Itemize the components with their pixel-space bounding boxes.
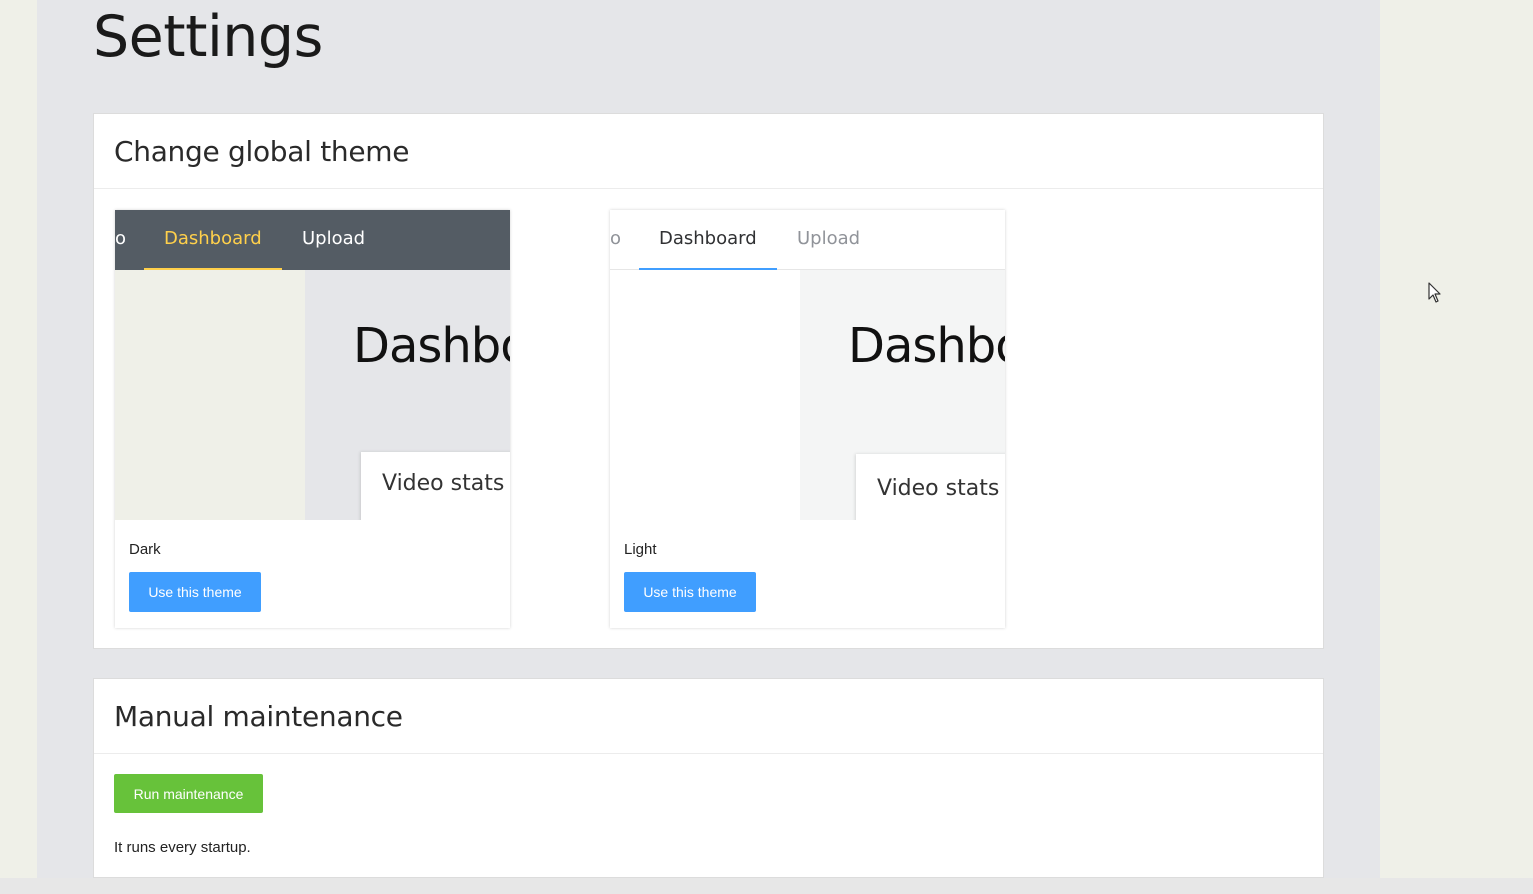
- theme-option-dark: o Dashboard Upload Dashboard Video stats…: [115, 210, 510, 628]
- theme-name: Light: [624, 541, 657, 558]
- maintenance-card: Manual maintenance Run maintenance It ru…: [93, 678, 1324, 878]
- preview-nav: o Dashboard Upload: [115, 210, 510, 270]
- theme-section-title: Change global theme: [114, 134, 410, 168]
- maintenance-section-title: Manual maintenance: [114, 699, 403, 733]
- preview-heading: Dashboard: [353, 318, 510, 374]
- preview-widget: Video stats: [856, 454, 1005, 520]
- theme-preview-light: o Dashboard Upload Dashboard Video stats: [610, 210, 1005, 520]
- theme-preview-dark: o Dashboard Upload Dashboard Video stats: [115, 210, 510, 520]
- preview-tab-dashboard: Dashboard: [144, 210, 282, 270]
- theme-settings-card: Change global theme o Dashboard Upload D…: [93, 113, 1324, 649]
- preview-widget: Video stats: [361, 452, 510, 520]
- maintenance-note: It runs every startup.: [114, 839, 251, 856]
- preview-tab-partial: o: [610, 228, 622, 249]
- preview-widget-title: Video stats: [382, 471, 505, 496]
- preview-heading: Dashboard: [848, 318, 1005, 374]
- theme-card-header: Change global theme: [94, 114, 1323, 189]
- run-maintenance-button[interactable]: Run maintenance: [114, 774, 263, 813]
- preview-widget-title: Video stats: [877, 476, 1000, 501]
- theme-option-light: o Dashboard Upload Dashboard Video stats…: [610, 210, 1005, 628]
- use-light-theme-button[interactable]: Use this theme: [624, 572, 756, 612]
- preview-nav: o Dashboard Upload: [610, 210, 1005, 270]
- mouse-cursor-icon: [1428, 282, 1441, 303]
- preview-tab-upload: Upload: [797, 228, 861, 249]
- maintenance-card-header: Manual maintenance: [94, 679, 1323, 754]
- preview-tab-partial: o: [115, 228, 127, 249]
- preview-sidebar: [115, 270, 305, 520]
- theme-name: Dark: [129, 541, 161, 558]
- preview-tab-upload: Upload: [302, 228, 366, 249]
- preview-sidebar: [610, 270, 800, 520]
- page-title: Settings: [93, 4, 323, 70]
- use-dark-theme-button[interactable]: Use this theme: [129, 572, 261, 612]
- preview-tab-dashboard: Dashboard: [639, 210, 777, 270]
- main-content: Settings Change global theme o Dashboard…: [37, 0, 1380, 878]
- horizontal-scrollbar[interactable]: [0, 878, 1533, 894]
